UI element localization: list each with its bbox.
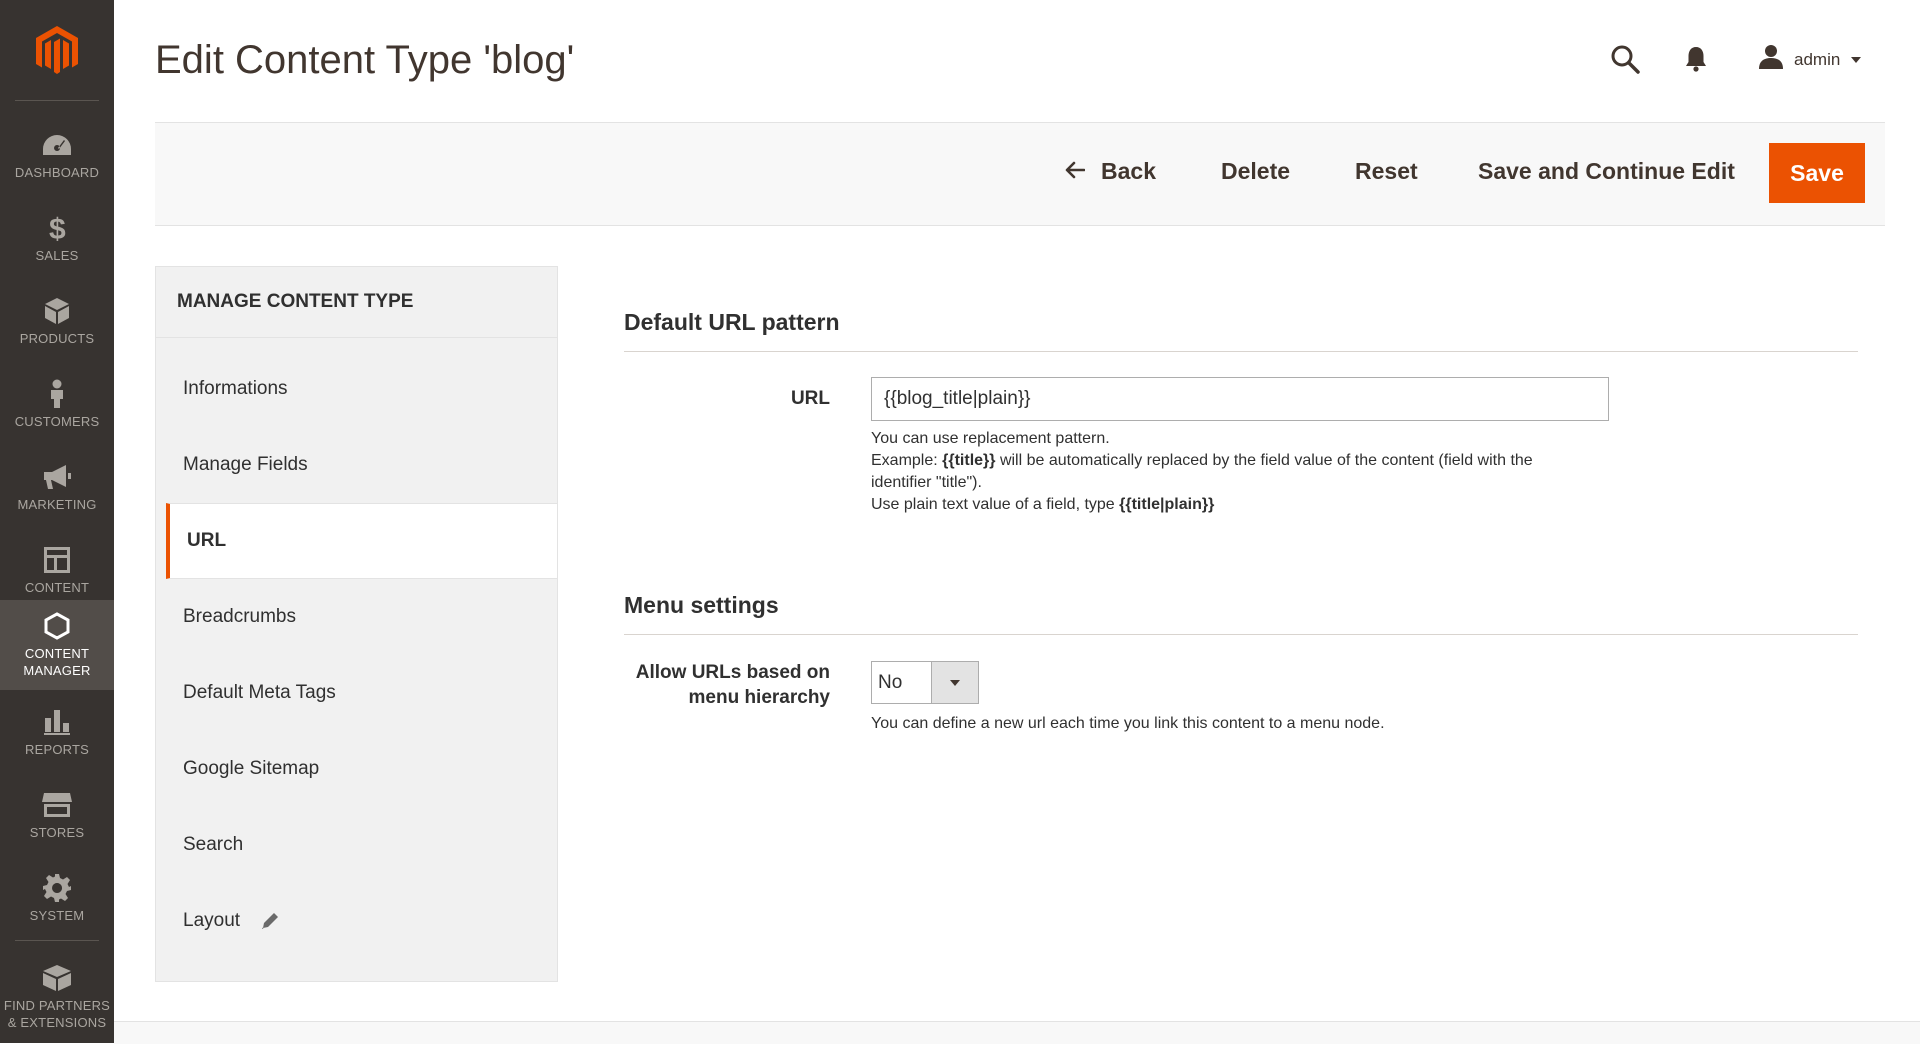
nav-label: STORES bbox=[29, 824, 85, 840]
tab-label: Search bbox=[183, 834, 244, 855]
back-label: Back bbox=[1101, 158, 1156, 184]
nav-label: SALES bbox=[35, 247, 79, 263]
url-pattern-input[interactable] bbox=[871, 377, 1609, 421]
tab-informations[interactable]: Informations bbox=[156, 351, 557, 427]
nav-system[interactable]: SYSTEM bbox=[0, 857, 114, 939]
admin-menu: DASHBOARD $ SALES PRODUCTS CUSTOMERS MAR… bbox=[0, 0, 114, 1043]
nav-customers[interactable]: CUSTOMERS bbox=[0, 363, 114, 445]
tab-label: Informations bbox=[183, 378, 288, 399]
url-help-text: You can use replacement pattern. Example… bbox=[871, 428, 1631, 516]
url-help-example-code: {{title}} bbox=[942, 452, 996, 469]
nav-label: DASHBOARD bbox=[14, 164, 100, 180]
nav-marketing[interactable]: MARKETING bbox=[0, 446, 114, 528]
tab-label: Breadcrumbs bbox=[183, 606, 296, 627]
url-help-line: Example: {{title}} will be automatically… bbox=[871, 450, 1631, 472]
nav-find-partners[interactable]: FIND PARTNERS & EXTENSIONS bbox=[0, 952, 114, 1042]
arrow-left-icon bbox=[1065, 158, 1101, 185]
pencil-icon bbox=[260, 911, 280, 931]
svg-text:$: $ bbox=[49, 213, 66, 243]
nav-label: CONTENT MANAGER bbox=[23, 646, 91, 678]
nav-products[interactable]: PRODUCTS bbox=[0, 280, 114, 362]
cube-icon bbox=[41, 296, 73, 326]
tab-label: Google Sitemap bbox=[183, 758, 320, 779]
url-help-line: You can use replacement pattern. bbox=[871, 430, 1110, 447]
menu-hierarchy-label-line: Allow URLs based on bbox=[635, 662, 830, 683]
user-menu[interactable]: admin bbox=[1758, 44, 1862, 75]
nav-stores[interactable]: STORES bbox=[0, 774, 114, 856]
tab-layout[interactable]: Layout bbox=[156, 883, 557, 959]
tab-label: URL bbox=[187, 530, 227, 551]
nav-dashboard[interactable]: DASHBOARD bbox=[0, 114, 114, 196]
back-button[interactable]: Back bbox=[1065, 158, 1156, 185]
nav-content[interactable]: CONTENT bbox=[0, 529, 114, 611]
nav-label: PRODUCTS bbox=[19, 330, 95, 346]
layout-icon bbox=[41, 545, 73, 575]
footer-bar bbox=[114, 1021, 1920, 1044]
chevron-down-icon bbox=[1850, 51, 1862, 69]
chevron-down-icon bbox=[931, 662, 978, 703]
page-title: Edit Content Type 'blog' bbox=[155, 38, 575, 82]
user-name: admin bbox=[1794, 49, 1841, 69]
dollar-icon: $ bbox=[41, 213, 73, 243]
url-help-example-prefix: Example: bbox=[871, 452, 943, 469]
save-and-continue-button[interactable]: Save and Continue Edit bbox=[1478, 158, 1735, 185]
tab-label: Manage Fields bbox=[183, 454, 308, 475]
tab-url[interactable]: URL bbox=[166, 503, 557, 579]
select-value: No bbox=[878, 671, 903, 693]
url-section-title: Default URL pattern bbox=[624, 309, 840, 335]
tab-default-meta-tags[interactable]: Default Meta Tags bbox=[156, 655, 557, 731]
bell-icon[interactable] bbox=[1684, 46, 1708, 77]
search-icon[interactable] bbox=[1610, 44, 1640, 79]
megaphone-icon bbox=[41, 462, 73, 492]
magento-logo[interactable] bbox=[0, 0, 114, 101]
page-actions-bar: Back Delete Reset Save and Continue Edit… bbox=[155, 122, 1885, 226]
bar-chart-icon bbox=[41, 707, 73, 737]
nav-content-manager[interactable]: CONTENT MANAGER bbox=[0, 600, 114, 690]
nav-reports[interactable]: REPORTS bbox=[0, 691, 114, 773]
reset-button[interactable]: Reset bbox=[1355, 158, 1418, 185]
nav-divider bbox=[15, 940, 99, 941]
delete-button[interactable]: Delete bbox=[1221, 158, 1290, 185]
menu-help-text: You can define a new url each time you l… bbox=[871, 715, 1385, 732]
user-icon bbox=[1758, 44, 1784, 75]
url-help-plain-prefix: Use plain text value of a field, type bbox=[871, 496, 1120, 513]
nav-label: CONTENT bbox=[24, 579, 90, 595]
dashboard-icon bbox=[41, 130, 73, 160]
storefront-icon bbox=[41, 790, 73, 820]
menu-section-title: Menu settings bbox=[624, 592, 779, 618]
menu-hierarchy-select[interactable]: No bbox=[871, 661, 979, 704]
url-help-example-suffix: will be automatically replaced by the fi… bbox=[995, 452, 1533, 469]
nav-label: MARKETING bbox=[17, 496, 97, 512]
tab-label: Layout bbox=[183, 910, 241, 931]
tab-google-sitemap[interactable]: Google Sitemap bbox=[156, 731, 557, 807]
nav-label: SYSTEM bbox=[29, 907, 85, 923]
menu-hierarchy-label-line: menu hierarchy bbox=[688, 687, 831, 708]
menu-hierarchy-label: Allow URLs based on menu hierarchy bbox=[624, 660, 830, 710]
nav-label: REPORTS bbox=[24, 741, 89, 757]
tabs-divider bbox=[156, 337, 557, 338]
tabs-title: MANAGE CONTENT TYPE bbox=[177, 291, 414, 312]
boxes-icon bbox=[41, 963, 73, 993]
url-help-line: identifier "title"). bbox=[871, 474, 982, 491]
tab-manage-fields[interactable]: Manage Fields bbox=[156, 427, 557, 503]
url-help-line: Use plain text value of a field, type {{… bbox=[871, 494, 1631, 516]
nav-label: CUSTOMERS bbox=[14, 413, 100, 429]
section-divider bbox=[624, 351, 1858, 352]
save-button[interactable]: Save bbox=[1769, 143, 1865, 203]
tab-breadcrumbs[interactable]: Breadcrumbs bbox=[156, 579, 557, 655]
gear-icon bbox=[41, 873, 73, 903]
person-icon bbox=[41, 379, 73, 409]
tabs-panel: MANAGE CONTENT TYPE Informations Manage … bbox=[155, 266, 558, 982]
tab-label: Default Meta Tags bbox=[183, 682, 336, 703]
nav-sales[interactable]: $ SALES bbox=[0, 197, 114, 279]
logo-divider bbox=[15, 100, 99, 101]
url-label: URL bbox=[790, 388, 830, 409]
hexagon-icon bbox=[41, 611, 73, 641]
tab-search[interactable]: Search bbox=[156, 807, 557, 883]
section-divider bbox=[624, 634, 1858, 635]
nav-label: FIND PARTNERS & EXTENSIONS bbox=[3, 998, 111, 1030]
url-help-plain-code: {{title|plain}} bbox=[1119, 496, 1215, 513]
